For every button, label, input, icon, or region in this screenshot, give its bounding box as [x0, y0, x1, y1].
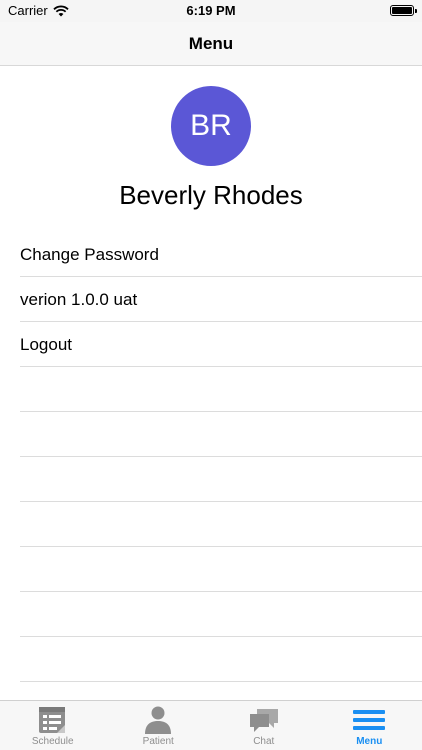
menu-item-logout[interactable]: Logout — [20, 322, 422, 367]
tab-menu[interactable]: Menu — [317, 701, 422, 750]
user-name: Beverly Rhodes — [119, 180, 303, 210]
tab-label: Patient — [142, 736, 174, 747]
empty-row — [20, 502, 422, 547]
status-bar: Carrier 6:19 PM — [0, 0, 422, 22]
empty-row — [20, 367, 422, 412]
tab-label: Menu — [356, 736, 383, 747]
menu-list: Change Password verion 1.0.0 uat Logout — [20, 232, 422, 682]
navigation-bar: Menu — [0, 22, 422, 66]
tab-chat[interactable]: Chat — [211, 701, 317, 750]
battery-icon — [390, 5, 417, 16]
empty-row — [20, 457, 422, 502]
chat-icon — [211, 705, 317, 735]
tab-bar: Schedule Patient Chat Menu — [0, 700, 422, 750]
person-icon — [106, 705, 212, 735]
avatar: BR — [171, 86, 251, 166]
empty-row — [20, 637, 422, 682]
profile-section: BR Beverly Rhodes — [0, 86, 422, 211]
tab-schedule[interactable]: Schedule — [0, 701, 106, 750]
page-title: Menu — [188, 34, 234, 53]
tab-patient[interactable]: Patient — [106, 701, 212, 750]
menu-item-change-password[interactable]: Change Password — [20, 232, 422, 277]
tab-label: Schedule — [31, 736, 74, 747]
empty-row — [20, 547, 422, 592]
empty-row — [20, 592, 422, 637]
menu-item-version: verion 1.0.0 uat — [20, 277, 422, 322]
schedule-icon — [0, 705, 106, 735]
hamburger-menu-icon — [317, 705, 422, 735]
empty-row — [20, 412, 422, 457]
status-time: 6:19 PM — [186, 3, 236, 18]
tab-label: Chat — [253, 736, 275, 747]
